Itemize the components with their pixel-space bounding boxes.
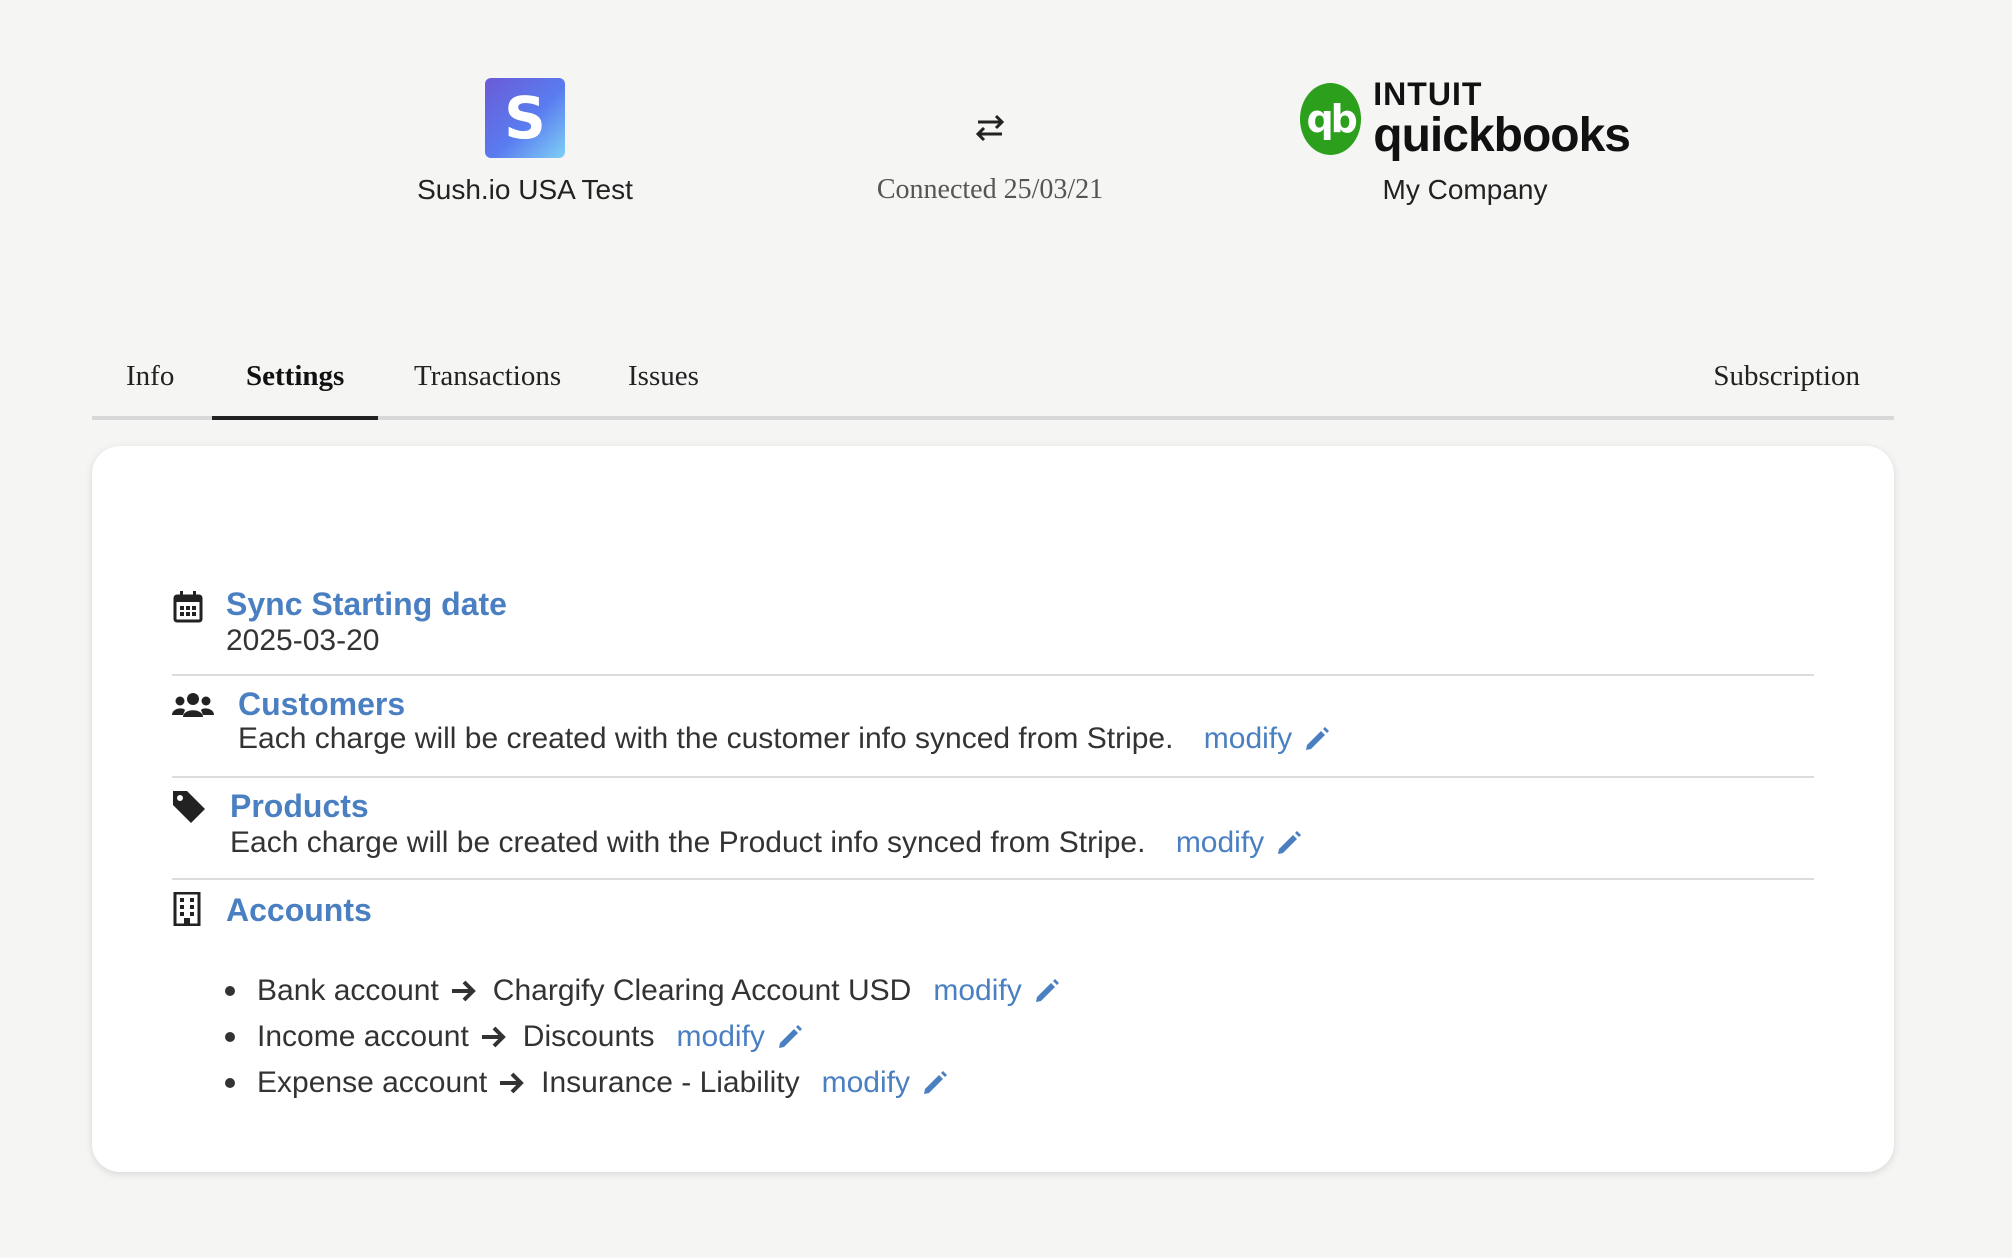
modify-label: modify bbox=[1175, 826, 1265, 859]
expense-account-modify-link[interactable]: modify bbox=[822, 1066, 950, 1100]
tab-bar: Info Settings Transactions Issues Subscr… bbox=[92, 344, 1894, 420]
source-account-name: Sush.io USA Test bbox=[417, 174, 633, 205]
tab-transactions[interactable]: Transactions bbox=[380, 344, 595, 416]
products-modify-link[interactable]: modify bbox=[1176, 826, 1304, 860]
account-value: Insurance - Liability bbox=[541, 1066, 800, 1099]
connected-date: Connected 25/03/21 bbox=[876, 174, 1104, 205]
connection-status: Connected 25/03/21 bbox=[840, 108, 1140, 206]
target-app: qb INTUIT quickbooks My Company bbox=[1300, 76, 1631, 206]
quickbooks-wordmark: quickbooks bbox=[1373, 109, 1631, 162]
account-item-income: Income account Discounts modify bbox=[225, 1014, 1062, 1060]
stripe-logo: S bbox=[485, 78, 565, 158]
account-label: Expense account bbox=[257, 1066, 488, 1099]
arrow-right-icon bbox=[481, 1026, 506, 1048]
modify-label: modify bbox=[821, 1066, 910, 1099]
customers-section: Customers Each charge will be created wi… bbox=[172, 686, 1814, 778]
account-label: Income account bbox=[257, 1020, 469, 1053]
modify-label: modify bbox=[933, 974, 1022, 1007]
sync-date-value: 2025-03-20 bbox=[226, 624, 380, 657]
account-item-bank: Bank account Chargify Clearing Account U… bbox=[225, 968, 1062, 1014]
bullet bbox=[225, 986, 235, 996]
sync-date-title: Sync Starting date bbox=[226, 586, 507, 622]
products-row: Each charge will be created with the Pro… bbox=[230, 826, 1304, 860]
building-icon bbox=[172, 891, 204, 927]
tab-settings[interactable]: Settings bbox=[212, 344, 379, 420]
modify-label: modify bbox=[676, 1020, 765, 1053]
products-title: Products bbox=[230, 788, 369, 824]
pencil-icon bbox=[1278, 831, 1302, 854]
customers-modify-link[interactable]: modify bbox=[1204, 722, 1332, 756]
source-app: S Sush.io USA Test bbox=[380, 78, 670, 206]
products-section: Products Each charge will be created wit… bbox=[172, 788, 1814, 880]
connection-header: S Sush.io USA Test Connected 25/03/21 qb… bbox=[0, 0, 2012, 240]
tab-issues[interactable]: Issues bbox=[594, 344, 733, 416]
accounts-section: Accounts Bank account Chargify Clearing … bbox=[172, 891, 1814, 1112]
sync-date-section: Sync Starting date 2025-03-20 bbox=[172, 586, 1814, 676]
arrow-right-icon bbox=[451, 980, 476, 1002]
arrow-right-icon bbox=[500, 1072, 524, 1094]
pencil-icon bbox=[1035, 979, 1059, 1002]
settings-card: Sync Starting date 2025-03-20 Customers … bbox=[92, 446, 1894, 1172]
quickbooks-logo: qb INTUIT quickbooks bbox=[1300, 76, 1631, 162]
account-label: Bank account bbox=[257, 974, 439, 1007]
accounts-title: Accounts bbox=[226, 892, 372, 928]
tab-subscription[interactable]: Subscription bbox=[1679, 344, 1894, 416]
quickbooks-mark-icon: qb bbox=[1300, 83, 1362, 155]
pencil-icon bbox=[1306, 727, 1330, 750]
account-value: Chargify Clearing Account USD bbox=[492, 974, 912, 1007]
intuit-wordmark: INTUIT bbox=[1373, 76, 1483, 112]
pencil-icon bbox=[778, 1025, 802, 1048]
customers-row: Each charge will be created with the cus… bbox=[238, 722, 1332, 756]
income-account-modify-link[interactable]: modify bbox=[677, 1020, 805, 1054]
tag-icon bbox=[172, 790, 205, 823]
modify-label: modify bbox=[1203, 722, 1293, 755]
tab-info[interactable]: Info bbox=[92, 344, 208, 416]
bullet bbox=[225, 1078, 235, 1088]
swap-arrows-icon bbox=[840, 108, 1140, 156]
accounts-list: Bank account Chargify Clearing Account U… bbox=[225, 968, 1062, 1106]
products-description: Each charge will be created with the Pro… bbox=[230, 826, 1146, 859]
target-company-name: My Company bbox=[1382, 174, 1548, 205]
customers-title: Customers bbox=[238, 686, 406, 722]
customers-description: Each charge will be created with the cus… bbox=[238, 722, 1174, 755]
bullet bbox=[225, 1032, 235, 1042]
account-value: Discounts bbox=[522, 1020, 655, 1053]
calendar-icon bbox=[172, 590, 204, 623]
bank-account-modify-link[interactable]: modify bbox=[933, 974, 1061, 1008]
pencil-icon bbox=[923, 1071, 947, 1094]
users-icon bbox=[172, 690, 214, 722]
account-item-expense: Expense account Insurance - Liability mo… bbox=[225, 1060, 1062, 1106]
